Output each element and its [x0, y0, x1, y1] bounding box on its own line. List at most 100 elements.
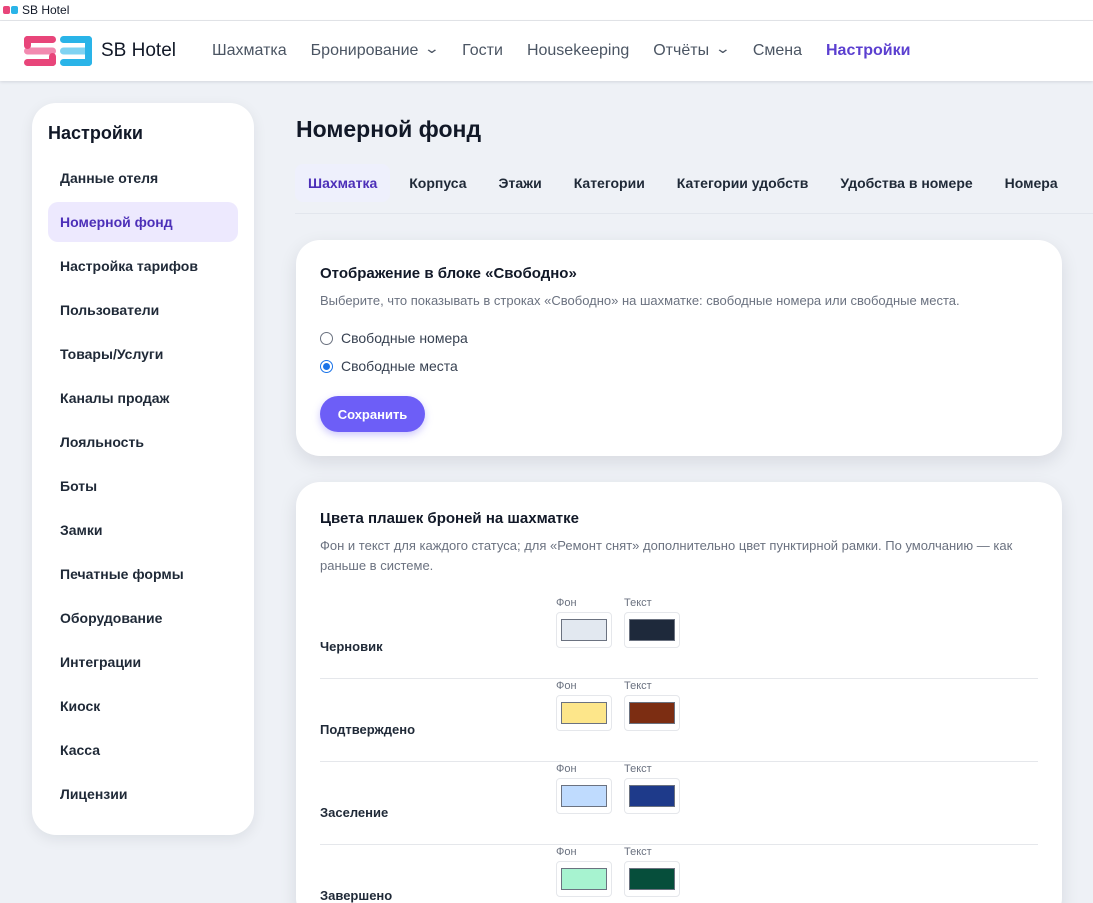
tab[interactable]: Категории: [561, 164, 658, 202]
text-color-picker[interactable]: [624, 612, 680, 648]
color-swatch: [561, 785, 607, 807]
sidebar-item[interactable]: Замки: [48, 510, 238, 550]
brand-name: SB Hotel: [101, 40, 176, 61]
status-color-row: Завершено Фон Текст: [320, 845, 1038, 903]
free-display-title: Отображение в блоке «Свободно»: [320, 265, 577, 282]
chevron-down-icon: ⌄: [714, 39, 732, 56]
background-color-picker-field: Фон: [556, 596, 612, 648]
sidebar-item[interactable]: Интеграции: [48, 642, 238, 682]
save-button[interactable]: Сохранить: [320, 396, 425, 432]
radio-button[interactable]: [320, 359, 333, 373]
sb-logo-icon: [24, 36, 92, 66]
nav-item-label: Шахматка: [211, 42, 287, 59]
nav-item-label: Смена: [752, 42, 802, 59]
sidebar-item[interactable]: Оборудование: [48, 598, 238, 638]
nav-item[interactable]: Шахматка: [200, 42, 299, 60]
tab[interactable]: Этажи: [486, 164, 555, 202]
sidebar-item[interactable]: Касса: [48, 730, 238, 770]
background-color-picker-field: Фон: [556, 845, 612, 897]
color-swatch: [561, 619, 607, 641]
sidebar-item[interactable]: Боты: [48, 466, 238, 506]
sidebar-item[interactable]: Данные отеля: [48, 158, 238, 198]
sidebar-item[interactable]: Пользователи: [48, 290, 238, 330]
tab[interactable]: Категории удобств: [664, 164, 822, 202]
status-label: Черновик: [320, 639, 383, 654]
color-swatch: [629, 868, 675, 890]
free-display-card: Отображение в блоке «Свободно» Выберите,…: [296, 240, 1062, 456]
radio-free-rooms[interactable]: Свободные номера: [320, 328, 1038, 348]
text-color-picker-field: Текст: [624, 845, 680, 897]
nav-item-label: Housekeeping: [526, 42, 630, 59]
nav-item[interactable]: Housekeeping: [515, 42, 641, 60]
color-caption: Фон: [556, 680, 577, 692]
nav-item-label: Настройки: [826, 42, 911, 59]
color-caption: Фон: [556, 763, 577, 775]
status-label: Завершено: [320, 888, 393, 903]
color-swatch: [629, 702, 675, 724]
tab[interactable]: Номера: [992, 164, 1071, 202]
background-color-picker-field: Фон: [556, 762, 612, 814]
section-tabs: Шахматка Корпуса Этажи Категории Категории у…: [295, 164, 1077, 202]
nav-item-label: Отчёты: [653, 42, 710, 59]
color-caption: Текст: [624, 680, 652, 692]
status-label: Заселение: [320, 805, 389, 820]
radio-label: Свободные места: [341, 358, 458, 374]
background-color-picker[interactable]: [556, 695, 612, 731]
window-title: SB Hotel: [22, 3, 70, 17]
status-color-list: Черновик Фон Текст Подтверждено Фон Текст Засе…: [320, 596, 1038, 903]
color-swatch: [561, 868, 607, 890]
sidebar-item[interactable]: Печатные формы: [48, 554, 238, 594]
background-color-picker[interactable]: [556, 612, 612, 648]
text-color-picker[interactable]: [624, 778, 680, 814]
booking-colors-title: Цвета плашек броней на шахматке: [320, 510, 580, 527]
radio-button[interactable]: [320, 331, 333, 345]
settings-sidebar: Настройки Данные отеля Номерной фонд Настр…: [32, 103, 254, 835]
sidebar-item[interactable]: Номерной фонд: [48, 202, 238, 242]
tabs-divider: [295, 213, 1093, 214]
status-color-row: Заселение Фон Текст: [320, 762, 1038, 845]
tab[interactable]: Корпуса: [396, 164, 479, 202]
background-color-picker[interactable]: [556, 778, 612, 814]
color-swatch: [629, 785, 675, 807]
main-menu: Шахматка Бронирование ⌄ Гости Housekeeping От…: [200, 39, 922, 60]
color-caption: Фон: [556, 597, 577, 609]
color-caption: Текст: [624, 597, 652, 609]
nav-item[interactable]: Бронирование ⌄: [299, 40, 451, 60]
status-color-row: Черновик Фон Текст: [320, 596, 1038, 679]
nav-item[interactable]: Гости: [450, 42, 515, 60]
color-swatch: [561, 702, 607, 724]
nav-item[interactable]: Отчёты ⌄: [641, 39, 741, 60]
sidebar-item[interactable]: Каналы продаж: [48, 378, 238, 418]
text-color-picker[interactable]: [624, 861, 680, 897]
booking-colors-card: Цвета плашек броней на шахматке Фон и те…: [296, 482, 1062, 903]
status-label: Подтверждено: [320, 722, 416, 737]
top-navigation: SB Hotel Шахматка Бронирование ⌄ Гости House…: [0, 21, 1093, 81]
text-color-picker-field: Текст: [624, 762, 680, 814]
nav-item-label: Гости: [462, 42, 503, 59]
color-caption: Фон: [556, 846, 577, 858]
nav-item[interactable]: Настройки: [814, 42, 922, 60]
sidebar-title: Настройки: [48, 123, 143, 143]
sidebar-item[interactable]: Киоск: [48, 686, 238, 726]
background-color-picker-field: Фон: [556, 679, 612, 731]
tab[interactable]: Шахматка: [295, 164, 391, 202]
nav-item[interactable]: Смена: [741, 42, 814, 60]
status-color-row: Подтверждено Фон Текст: [320, 679, 1038, 762]
text-color-picker-field: Текст: [624, 679, 680, 731]
radio-label: Свободные номера: [341, 330, 468, 346]
nav-item-label: Бронирование: [310, 42, 419, 59]
tab[interactable]: Удобства в номере: [827, 164, 985, 202]
color-swatch: [629, 619, 675, 641]
sidebar-item[interactable]: Лояльность: [48, 422, 238, 462]
sidebar-item[interactable]: Товары/Услуги: [48, 334, 238, 374]
radio-free-beds[interactable]: Свободные места: [320, 356, 1038, 376]
booking-colors-description: Фон и текст для каждого статуса; для «Ре…: [320, 538, 1013, 573]
page-title: Номерной фонд: [296, 116, 482, 142]
sidebar-item[interactable]: Настройка тарифов: [48, 246, 238, 286]
brand[interactable]: SB Hotel: [22, 34, 176, 68]
background-color-picker[interactable]: [556, 861, 612, 897]
text-color-picker[interactable]: [624, 695, 680, 731]
app-icon: [3, 6, 18, 14]
color-caption: Текст: [624, 846, 652, 858]
sidebar-item[interactable]: Лицензии: [48, 774, 238, 814]
